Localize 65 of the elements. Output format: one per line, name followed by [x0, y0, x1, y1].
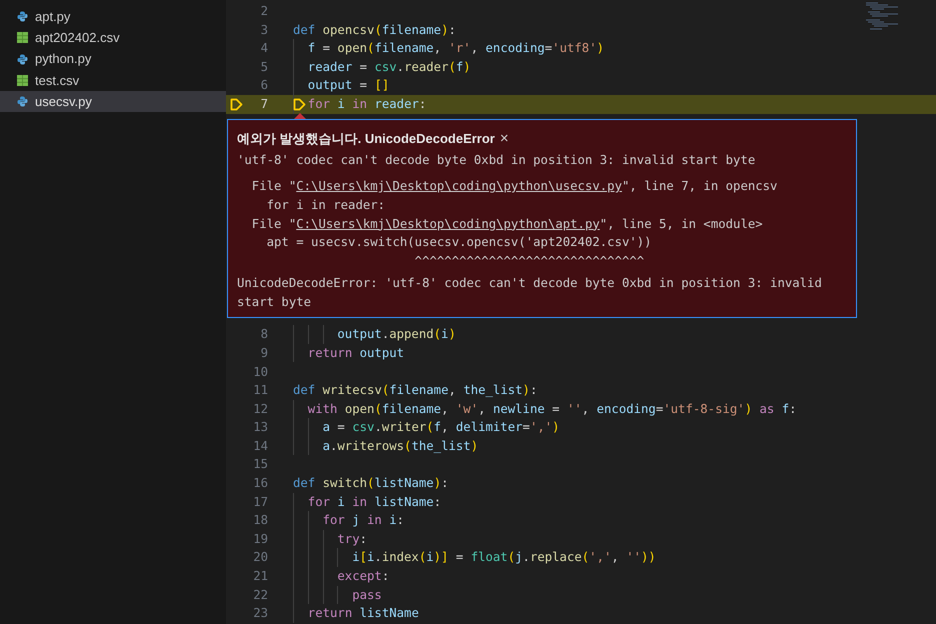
code-line: def opencsv(filename): [293, 22, 456, 39]
code-line: a.writerows(the_list) [322, 438, 478, 455]
paused-inline-icon [293, 98, 306, 111]
table-file-icon [17, 75, 28, 86]
traceback-line: File "C:\Users\kmj\Desktop\coding\python\usecsv.py", line 7, in opencsv [250, 178, 778, 196]
line-number: 4 [260, 40, 268, 58]
code-line: pass [352, 586, 382, 604]
line-number: 7 [260, 96, 268, 114]
line-number: 20 [253, 549, 268, 566]
code-line: def switch(listName): [293, 475, 448, 492]
code-line: return output [308, 344, 404, 362]
code-line: i[i.index(i)] = float(j.replace(',', '')) [352, 549, 656, 566]
traceback-line: for i in reader: [266, 196, 386, 214]
code-line: a = csv.writer(f, delimiter=',') [322, 419, 560, 436]
line-number: 5 [260, 58, 268, 76]
code-line: reader = csv.reader(f) [308, 58, 471, 76]
file-item[interactable]: apt.py [0, 6, 226, 28]
line-number: 12 [253, 400, 268, 418]
python-file-icon [17, 54, 28, 65]
exception-title: 예외가 발생했습니다. UnicodeDecodeError [237, 130, 495, 148]
line-number: 11 [253, 382, 268, 400]
line-number: 22 [253, 586, 268, 604]
line-number: 18 [253, 512, 268, 530]
python-file-icon [17, 96, 28, 108]
traceback-line: apt = usecsv.switch(usecsv.opencsv('apt202402.csv')) [266, 234, 653, 252]
line-number: 17 [253, 494, 268, 511]
code-line: with open(filename, 'w', newline = '', encoding='utf-8-sig') as f: [308, 400, 797, 418]
line-number: 9 [260, 344, 268, 362]
file-item[interactable]: apt202402.csv [0, 27, 226, 49]
file-item[interactable]: test.csv [0, 70, 226, 92]
close-button[interactable]: × [500, 130, 509, 146]
file-path-link[interactable]: C:\Users\kmj\Desktop\coding\python\usecsv.py [296, 179, 622, 194]
exception-summary: UnicodeDecodeError: 'utf-8' codec can't decode byte 0xbd in position 3: invalid start byte [237, 275, 823, 311]
code-line: return listName [308, 605, 419, 622]
code-line: output.append(i) [337, 326, 456, 344]
traceback-line: File "C:\Users\kmj\Desktop\coding\python\apt.py", line 5, in <module> [250, 216, 764, 233]
exception-message: 'utf-8' codec can't decode byte 0xbd in position 3: invalid start byte [237, 152, 756, 170]
line-number: 16 [253, 475, 268, 492]
code-line: for i in reader: [308, 96, 426, 114]
code-line: for j in i: [322, 512, 404, 530]
file-item[interactable]: python.py [0, 48, 226, 70]
file-path-link[interactable]: C:\Users\kmj\Desktop\coding\python\apt.py [296, 216, 600, 231]
line-number: 13 [253, 419, 268, 436]
code-line: except: [337, 568, 390, 586]
paused-line-icon [230, 98, 243, 111]
file-item[interactable]: usecsv.py [0, 91, 226, 112]
table-file-icon [17, 32, 28, 44]
code-line: for i in listName: [308, 494, 442, 511]
code-line: f = open(filename, 'r', encoding='utf8') [308, 40, 604, 58]
python-file-icon [17, 11, 28, 22]
code-line: output = [] [308, 77, 390, 94]
line-number: 6 [260, 77, 268, 94]
line-number: 2 [260, 3, 268, 20]
traceback-line: ^^^^^^^^^^^^^^^^^^^^^^^^^^^^^^^ [414, 253, 646, 270]
line-number: 3 [260, 22, 268, 39]
line-number: 21 [253, 568, 268, 586]
peek-pointer-icon [294, 112, 306, 119]
code-line: def writecsv(filename, the_list): [293, 382, 538, 400]
line-number: 23 [253, 605, 268, 622]
line-number: 10 [253, 364, 268, 380]
line-number: 19 [253, 530, 268, 548]
line-number: 8 [260, 326, 268, 344]
code-line: try: [337, 530, 368, 548]
line-number: 15 [253, 456, 268, 474]
line-number: 14 [253, 438, 268, 455]
